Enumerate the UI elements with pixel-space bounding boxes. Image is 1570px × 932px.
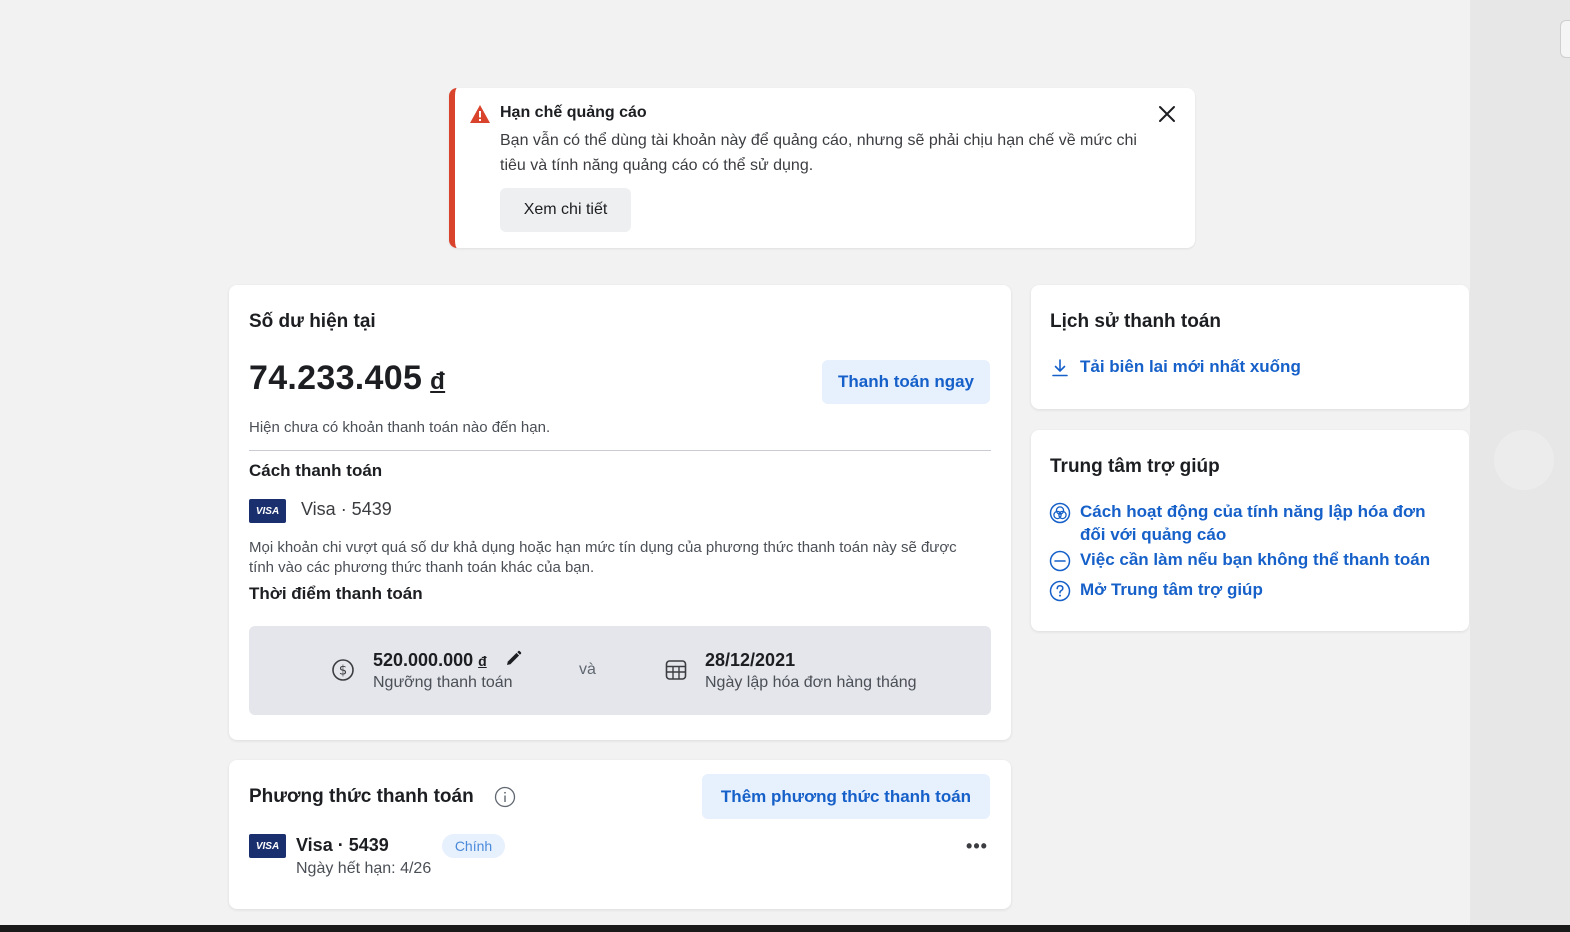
current-balance-card: Số dư hiện tại 74.233.405 đ Thanh toán ng… xyxy=(229,285,1011,740)
help-link-billing-how-it-works[interactable]: Cách hoạt động của tính năng lập hóa đơn… xyxy=(1080,500,1450,546)
balance-amount: 74.233.405 đ xyxy=(249,359,445,398)
restriction-alert: Hạn chế quảng cáo Bạn vẫn có thể dùng tà… xyxy=(449,88,1195,248)
main-content: Hạn chế quảng cáo Bạn vẫn có thể dùng tà… xyxy=(0,0,1470,925)
payment-method-text: Visa · 5439 xyxy=(301,499,392,519)
info-icon[interactable] xyxy=(494,786,516,808)
alert-message: Bạn vẫn có thể dùng tài khoản này để quả… xyxy=(500,132,1137,174)
download-icon xyxy=(1052,359,1068,377)
threshold-label: Ngưỡng thanh toán xyxy=(373,674,513,691)
more-options-icon[interactable]: ••• xyxy=(963,836,991,856)
dollar-circle-icon: $ xyxy=(332,659,354,681)
payment-history-card: Lịch sử thanh toán Tải biên lai mới nhất… xyxy=(1031,285,1469,409)
alert-title: Hạn chế quảng cáo xyxy=(500,104,647,121)
payment-method-expiry: Ngày hết hạn: 4/26 xyxy=(296,860,432,877)
payment-method-name: Visa · 5439 xyxy=(296,835,389,855)
payment-method-heading: Cách thanh toán xyxy=(249,461,383,480)
balance-heading: Số dư hiện tại xyxy=(249,311,376,332)
next-arrow-button[interactable] xyxy=(1494,430,1554,490)
calendar-icon xyxy=(665,660,687,680)
visa-card-icon: VISA xyxy=(249,834,286,858)
billing-date: 28/12/2021 xyxy=(705,650,796,670)
payment-schedule: $ 520.000.000 đ Ngưỡng thanh toán và 28/… xyxy=(249,626,991,715)
download-latest-receipt-link[interactable]: Tải biên lai mới nhất xuống xyxy=(1080,355,1301,378)
primary-badge: Chính xyxy=(442,834,505,858)
help-center-heading: Trung tâm trợ giúp xyxy=(1050,456,1220,477)
payment-timing-heading: Thời điểm thanh toán xyxy=(249,584,423,603)
balance-value: 74.233.405 xyxy=(249,359,423,397)
no-due-text: Hiện chưa có khoản thanh toán nào đến hạ… xyxy=(249,419,551,436)
view-details-button[interactable]: Xem chi tiết xyxy=(500,188,631,232)
help-link-cannot-pay[interactable]: Việc cần làm nếu bạn không thể thanh toá… xyxy=(1080,548,1430,571)
pay-now-button[interactable]: Thanh toán ngay xyxy=(822,360,990,404)
help-link-open-help-center[interactable]: Mở Trung tâm trợ giúp xyxy=(1080,578,1263,601)
billing-cycle-icon xyxy=(1049,502,1071,524)
payment-history-heading: Lịch sử thanh toán xyxy=(1050,311,1222,332)
threshold-value: 520.000.000 xyxy=(373,650,474,670)
payment-methods-card: Phương thức thanh toán Thêm phương thức … xyxy=(229,760,1011,909)
help-center-card: Trung tâm trợ giúp Cách hoạt động của tí… xyxy=(1031,430,1469,631)
svg-text:$: $ xyxy=(339,664,347,679)
visa-card-icon: VISA xyxy=(249,499,286,523)
add-payment-method-button[interactable]: Thêm phương thức thanh toán xyxy=(702,774,990,819)
billing-date-label: Ngày lập hóa đơn hàng tháng xyxy=(705,674,917,691)
threshold-amount: 520.000.000 đ xyxy=(373,650,487,671)
divider xyxy=(249,450,991,451)
threshold-currency: đ xyxy=(478,653,487,669)
overspend-note: Mọi khoản chi vượt quá số dư khả dụng ho… xyxy=(249,539,957,576)
warning-triangle-icon xyxy=(470,105,490,123)
bottom-bar xyxy=(0,925,1570,932)
panel-tab[interactable] xyxy=(1560,20,1570,58)
and-text: và xyxy=(579,661,596,678)
question-circle-icon xyxy=(1049,580,1071,602)
minus-circle-icon xyxy=(1049,550,1071,572)
side-panel xyxy=(1470,0,1570,925)
payment-methods-heading: Phương thức thanh toán xyxy=(249,786,474,807)
close-icon[interactable] xyxy=(1157,104,1177,124)
edit-pencil-icon[interactable] xyxy=(505,650,522,667)
balance-currency: đ xyxy=(430,368,446,395)
